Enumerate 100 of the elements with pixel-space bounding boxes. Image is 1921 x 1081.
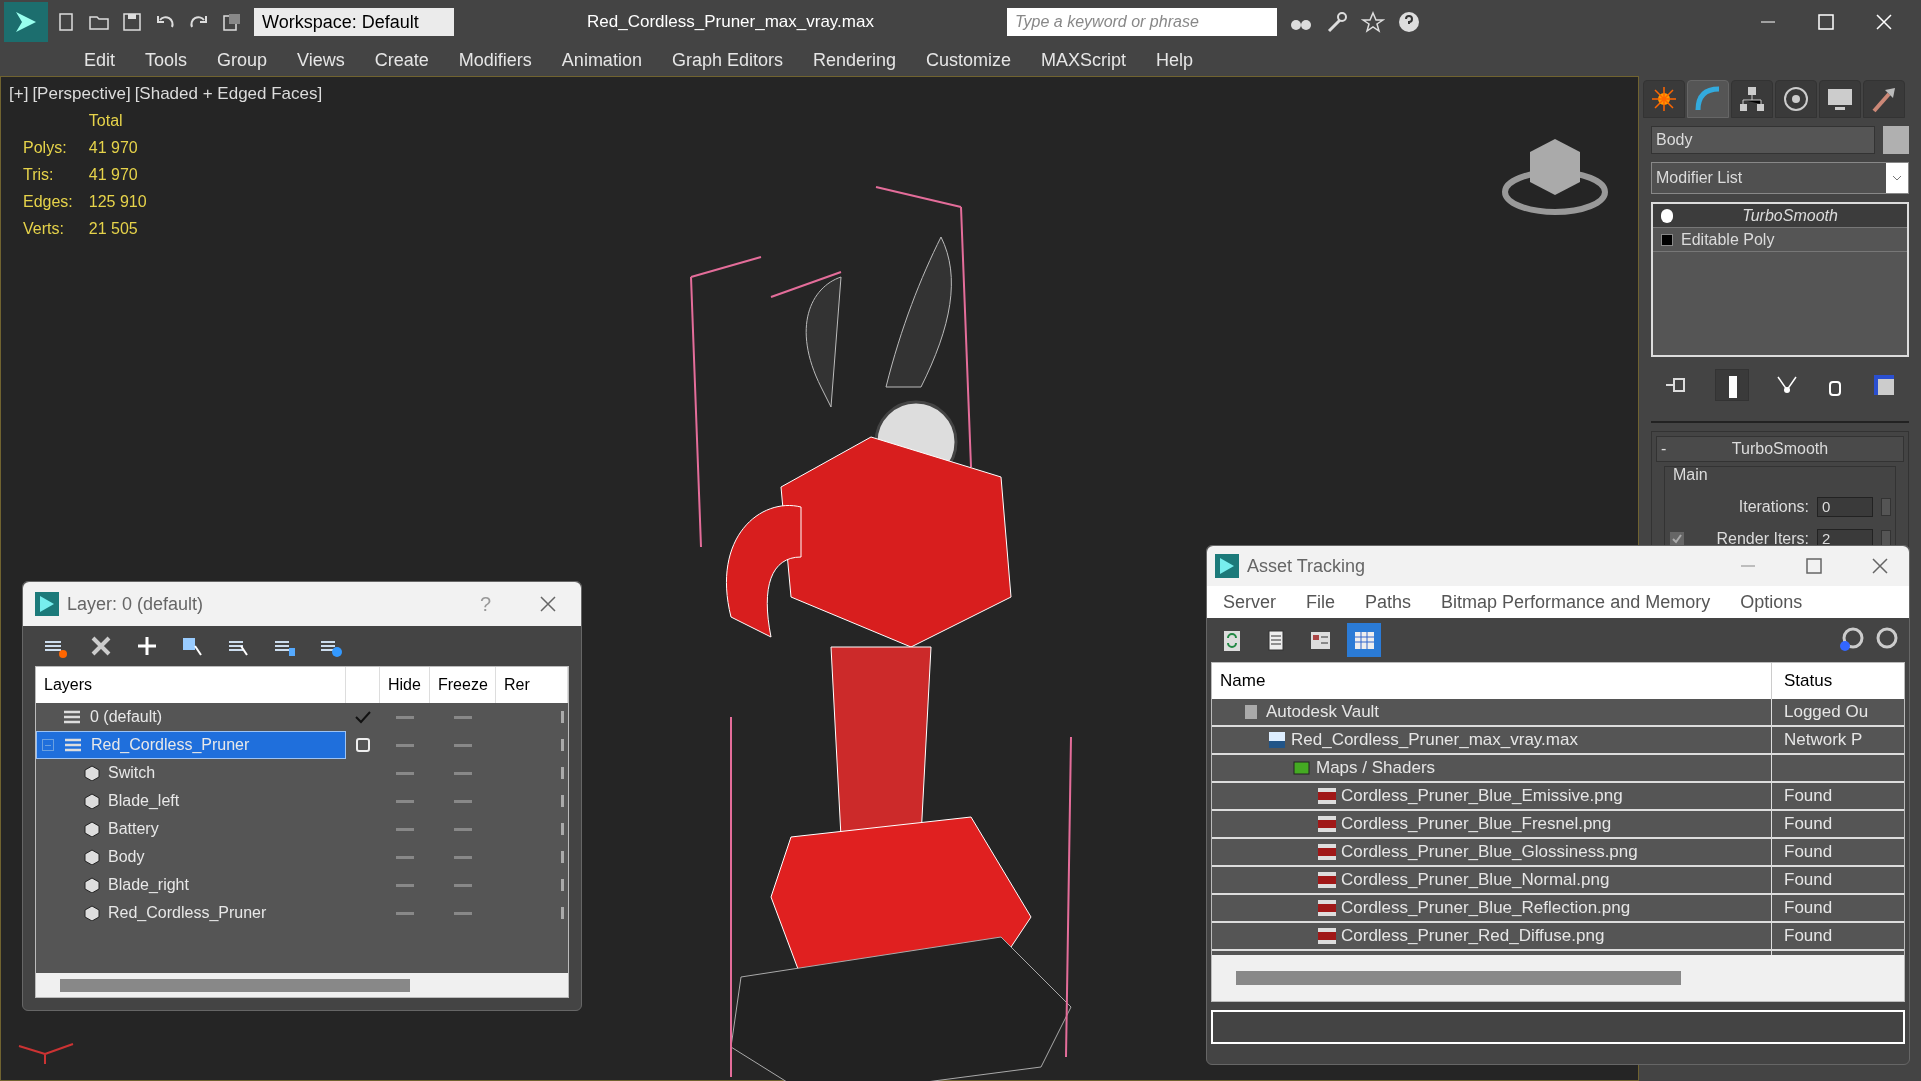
app-logo-icon xyxy=(35,592,59,616)
object-row[interactable]: Body xyxy=(36,843,346,871)
asset-row[interactable]: Cordless_Pruner_Blue_Reflection.png xyxy=(1212,895,1772,921)
toggle-off-icon[interactable] xyxy=(396,799,414,803)
rollout-header[interactable]: - TurboSmooth xyxy=(1656,436,1904,462)
object-row[interactable]: Battery xyxy=(36,815,346,843)
toggle-off-icon[interactable] xyxy=(454,911,472,915)
menu-item[interactable]: Group xyxy=(203,46,282,74)
viewport-label[interactable]: [Shaded + Edged Faces] xyxy=(134,81,323,107)
object-name-field[interactable]: Body xyxy=(1651,126,1875,154)
toggle-off-icon[interactable] xyxy=(454,883,472,887)
horizontal-scrollbar[interactable] xyxy=(1236,971,1681,985)
asset-row[interactable]: Cordless_Pruner_Blue_Glossiness.png xyxy=(1212,839,1772,865)
show-end-result-icon[interactable] xyxy=(1714,369,1749,401)
render-toggle-icon[interactable] xyxy=(561,851,564,863)
menu-item[interactable]: MAXScript xyxy=(1027,46,1141,74)
panel-tab[interactable] xyxy=(1819,80,1861,118)
render-toggle-icon[interactable] xyxy=(561,907,564,919)
expand-icon[interactable] xyxy=(1661,233,1673,246)
app-logo-icon[interactable] xyxy=(4,2,48,42)
menu-item[interactable]: Modifiers xyxy=(444,46,546,74)
object-row[interactable]: Blade_left xyxy=(36,787,346,815)
project-folder-icon[interactable] xyxy=(222,12,242,32)
menu-item[interactable]: Edit xyxy=(70,46,130,74)
menu-item[interactable]: Create xyxy=(360,46,443,74)
layer-row[interactable]: 0 (default) xyxy=(36,703,346,731)
menu-item[interactable]: Views xyxy=(283,46,359,74)
horizontal-scrollbar[interactable] xyxy=(60,978,410,992)
toggle-off-icon[interactable] xyxy=(454,771,472,775)
workspace-dropdown[interactable]: Workspace: Default xyxy=(254,8,454,36)
number-field[interactable]: 0 xyxy=(1817,497,1873,517)
close-icon[interactable] xyxy=(1871,557,1889,575)
add-icon[interactable] xyxy=(135,634,159,658)
object-row[interactable]: Switch xyxy=(36,759,346,787)
asset-row[interactable]: Maps / Shaders xyxy=(1212,755,1772,781)
menu-item[interactable]: Server xyxy=(1211,588,1288,616)
asset-row[interactable]: Cordless_Pruner_Red_Diffuse.png xyxy=(1212,923,1772,949)
toggle-off-icon[interactable] xyxy=(454,855,472,859)
panel-tab[interactable] xyxy=(1775,80,1817,118)
modifier-list-dropdown[interactable]: Modifier List xyxy=(1651,162,1909,194)
panel-tab[interactable] xyxy=(1643,80,1685,118)
toggle-off-icon[interactable] xyxy=(396,743,414,747)
save-icon[interactable] xyxy=(122,12,142,32)
search-field[interactable]: Type a keyword or phrase xyxy=(1007,8,1277,36)
star-icon[interactable] xyxy=(1361,11,1385,33)
field-label: Render Iters: xyxy=(1715,529,1809,549)
menu-item[interactable]: Paths xyxy=(1353,588,1424,616)
asset-row[interactable]: Cordless_Pruner_Blue_Emissive.png xyxy=(1212,783,1772,809)
asset-row[interactable]: Red_Cordless_Pruner_max_vray.max xyxy=(1212,727,1772,753)
menu-item[interactable]: Graph Editors xyxy=(657,46,797,74)
dropdown-label: Modifier List xyxy=(1656,168,1743,188)
asset-row[interactable]: Autodesk Vault xyxy=(1212,699,1772,725)
maps-folder-icon xyxy=(1292,758,1312,778)
modifier-stack-item[interactable]: TurboSmooth xyxy=(1653,204,1907,228)
collapse-toggle[interactable]: - xyxy=(1661,437,1681,461)
layer-row[interactable]: Red_Cordless_Pruner xyxy=(36,731,346,759)
render-toggle-icon[interactable] xyxy=(561,795,564,807)
panel-tab[interactable] xyxy=(1863,80,1905,118)
menu-item[interactable]: Animation xyxy=(547,46,656,74)
asset-row[interactable]: Cordless_Pruner_Blue_Fresnel.png xyxy=(1212,811,1772,837)
wrench-icon[interactable] xyxy=(1325,11,1349,33)
toggle-off-icon[interactable] xyxy=(396,911,414,915)
maximize-icon[interactable] xyxy=(1805,557,1823,575)
viewport-label[interactable]: [+] xyxy=(9,81,29,107)
menu-item[interactable]: Customize xyxy=(912,46,1026,74)
object-color-swatch[interactable] xyxy=(1883,126,1909,154)
asset-row[interactable]: Cordless_Pruner_Blue_Normal.png xyxy=(1212,867,1772,893)
toggle-off-icon[interactable] xyxy=(454,799,472,803)
cube-icon xyxy=(84,821,100,837)
render-toggle-icon[interactable] xyxy=(561,711,564,723)
delete-icon[interactable] xyxy=(89,634,113,658)
render-toggle-icon[interactable] xyxy=(561,767,564,779)
menu-item[interactable]: Help xyxy=(1142,46,1208,74)
toggle-off-icon[interactable] xyxy=(396,855,414,859)
make-unique-icon[interactable] xyxy=(1774,374,1799,396)
new-file-icon[interactable] xyxy=(56,12,76,32)
close-icon[interactable] xyxy=(539,595,557,613)
configure-sets-icon[interactable] xyxy=(1871,373,1896,397)
render-toggle-icon[interactable] xyxy=(561,823,564,835)
menu-item[interactable]: Rendering xyxy=(798,46,911,74)
checkmark-icon[interactable] xyxy=(354,710,372,724)
menu-item[interactable]: Options xyxy=(1728,588,1815,616)
menu-item[interactable]: Tools xyxy=(131,46,202,74)
toggle-off-icon[interactable] xyxy=(396,771,414,775)
toggle-off-icon[interactable] xyxy=(396,883,414,887)
panel-tab[interactable] xyxy=(1731,80,1773,118)
toggle-off-icon[interactable] xyxy=(454,715,472,719)
render-toggle-icon[interactable] xyxy=(561,739,564,751)
menu-item[interactable]: File xyxy=(1294,588,1348,616)
toggle-off-icon[interactable] xyxy=(454,827,472,831)
object-row[interactable]: Blade_right xyxy=(36,871,346,899)
stat-label: Edges: xyxy=(23,192,73,212)
toggle-off-icon[interactable] xyxy=(396,827,414,831)
render-toggle-icon[interactable] xyxy=(561,879,564,891)
toggle-off-icon[interactable] xyxy=(396,715,414,719)
bulb-icon[interactable] xyxy=(1661,208,1673,223)
viewport-label[interactable]: [Perspective] xyxy=(32,81,131,107)
column-header[interactable]: Status xyxy=(1772,668,1904,694)
object-row[interactable]: Red_Cordless_Pruner xyxy=(36,899,346,927)
toggle-off-icon[interactable] xyxy=(454,743,472,747)
